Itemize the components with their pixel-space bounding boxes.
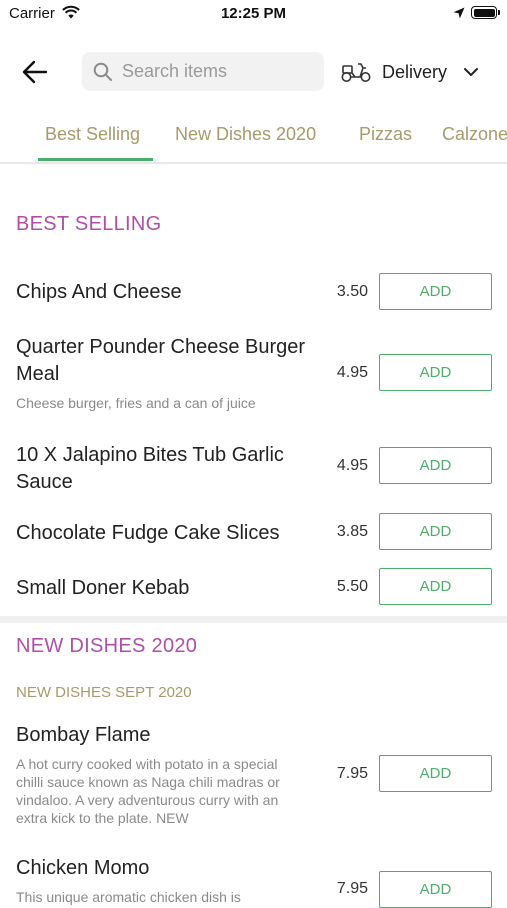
- add-button[interactable]: ADD: [379, 354, 492, 391]
- item-name[interactable]: Bombay Flame: [16, 722, 316, 749]
- item-description: Cheese burger, fries and a can of juice: [16, 395, 256, 411]
- section-title: BEST SELLING: [16, 213, 162, 235]
- add-button[interactable]: ADD: [379, 447, 492, 484]
- item-name[interactable]: Chips And Cheese: [16, 279, 316, 306]
- status-bar: Carrier 12:25 PM: [0, 0, 507, 28]
- item-price: 7.95: [336, 765, 368, 782]
- item-description: A hot curry cooked with potato in a spec…: [16, 756, 280, 826]
- item-price: 4.95: [336, 364, 368, 381]
- item-name[interactable]: Small Doner Kebab: [16, 575, 316, 602]
- add-button[interactable]: ADD: [379, 755, 492, 792]
- add-button[interactable]: ADD: [379, 871, 492, 908]
- category-tabs: Best Selling New Dishes 2020 Pizzas Calz…: [0, 112, 507, 164]
- item-price: 4.95: [336, 457, 368, 474]
- item-description: This unique aromatic chicken dish is: [16, 889, 241, 905]
- tab-calzone[interactable]: Calzone: [442, 124, 507, 145]
- add-button[interactable]: ADD: [379, 568, 492, 605]
- section-title: NEW DISHES 2020: [16, 635, 198, 657]
- add-button[interactable]: ADD: [379, 273, 492, 310]
- scooter-icon: [341, 63, 371, 82]
- add-button[interactable]: ADD: [379, 513, 492, 550]
- delivery-label: Delivery: [382, 62, 448, 82]
- item-name[interactable]: Chicken Momo: [16, 855, 316, 882]
- section-divider: [0, 616, 507, 623]
- active-tab-indicator: [38, 158, 153, 161]
- status-time: 12:25 PM: [220, 5, 287, 22]
- battery-icon: [471, 6, 500, 19]
- item-price: 3.85: [336, 523, 368, 540]
- delivery-mode-selector[interactable]: Delivery: [341, 55, 486, 89]
- back-arrow-icon[interactable]: [20, 58, 50, 86]
- search-icon: [93, 62, 112, 81]
- tab-pizzas[interactable]: Pizzas: [359, 124, 412, 145]
- search-input[interactable]: [122, 52, 317, 91]
- tab-best-selling[interactable]: Best Selling: [45, 124, 140, 145]
- section-subtitle: NEW DISHES SEPT 2020: [16, 684, 192, 701]
- item-name[interactable]: Quarter Pounder Cheese Burger Meal: [16, 334, 316, 388]
- item-price: 5.50: [336, 578, 368, 595]
- search-box[interactable]: [82, 52, 324, 91]
- item-price: 3.50: [336, 283, 368, 300]
- tab-new-dishes-2020[interactable]: New Dishes 2020: [175, 124, 316, 145]
- item-name[interactable]: Chocolate Fudge Cake Slices: [16, 520, 316, 547]
- item-name[interactable]: 10 X Jalapino Bites Tub Garlic Sauce: [16, 442, 316, 496]
- location-arrow-icon: [453, 7, 465, 19]
- item-price: 7.95: [336, 880, 368, 897]
- chevron-down-icon: [464, 68, 478, 76]
